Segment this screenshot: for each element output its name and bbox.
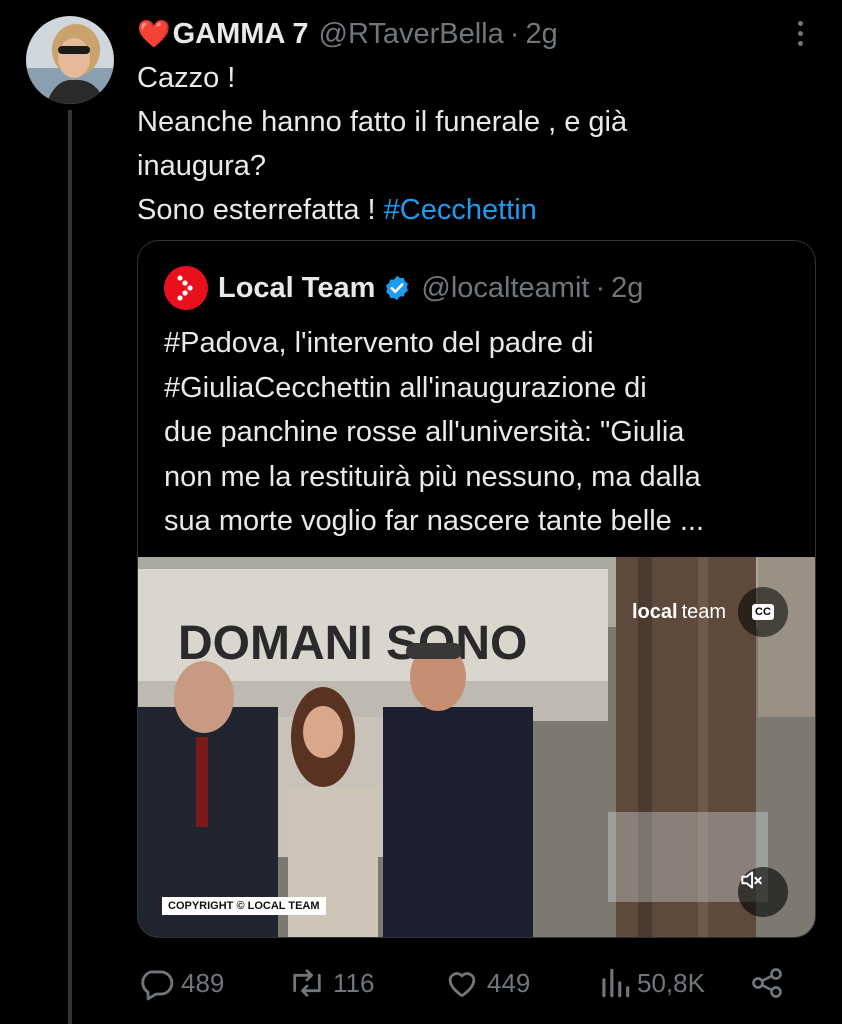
separator: · bbox=[509, 17, 520, 50]
quoted-text-line: non me la restituirà più nessuno, ma dal… bbox=[164, 460, 701, 493]
action-bar: 489 116 449 50,8K bbox=[137, 960, 797, 1006]
views-button[interactable]: 50,8K bbox=[599, 960, 705, 1006]
hashtag-link[interactable]: #Cecchettin bbox=[384, 194, 537, 226]
repost-count: 116 bbox=[333, 967, 375, 998]
local-team-logo-icon bbox=[177, 275, 193, 301]
post-text-last: Sono esterrefatta ! bbox=[137, 194, 376, 226]
post-header: ❤️ GAMMA 7 @RTaverBella · 2g bbox=[137, 16, 558, 52]
repost-icon bbox=[293, 969, 321, 997]
post-text-line: Neanche hanno fatto il funerale , e già bbox=[137, 106, 628, 138]
reply-button[interactable]: 489 bbox=[137, 960, 224, 1006]
quoted-author-name[interactable]: Local Team bbox=[218, 272, 375, 305]
quoted-text: #Padova, l'intervento del padre di #Giul… bbox=[164, 321, 804, 544]
author-avatar[interactable] bbox=[26, 16, 114, 104]
video-watermark: local team bbox=[632, 601, 726, 624]
author-handle[interactable]: @RTaverBella bbox=[319, 18, 504, 51]
quoted-time[interactable]: 2g bbox=[611, 272, 643, 305]
reply-count: 489 bbox=[181, 967, 225, 998]
quoted-text-line: due panchine rosse all'università: "Giul… bbox=[164, 416, 685, 448]
speaker-muted-icon bbox=[741, 871, 762, 889]
banner-text: DOMANI SONO bbox=[178, 617, 527, 670]
watermark-brand: local bbox=[632, 601, 678, 623]
post-text: Cazzo ! Neanche hanno fatto il funerale … bbox=[137, 56, 797, 232]
quoted-handle[interactable]: @localteamit bbox=[421, 272, 589, 305]
reply-icon bbox=[141, 970, 174, 1001]
author-name[interactable]: GAMMA 7 bbox=[173, 18, 309, 51]
thread-line bbox=[68, 110, 72, 1024]
post-text-line: Sono esterrefatta ! #Cecchettin bbox=[137, 188, 797, 232]
separator: · bbox=[595, 271, 606, 304]
quoted-text-line: #GiuliaCecchettin all'inaugurazione di bbox=[164, 371, 647, 404]
more-options-icon[interactable] bbox=[788, 16, 812, 50]
mute-button[interactable] bbox=[738, 867, 788, 917]
post-time[interactable]: 2g bbox=[525, 18, 557, 51]
views-count: 50,8K bbox=[637, 967, 705, 998]
watermark-team: team bbox=[681, 601, 727, 623]
quoted-post[interactable]: Local Team @localteamit · 2g #Padova, l'… bbox=[137, 240, 816, 938]
share-icon bbox=[752, 968, 782, 998]
video-player[interactable]: DOMANI SONO local team CC COPYRIGHT © LO… bbox=[138, 557, 815, 937]
copyright-label: COPYRIGHT © LOCAL TEAM bbox=[162, 897, 326, 915]
verified-badge-icon bbox=[386, 275, 409, 301]
heart-emoji: ❤️ bbox=[137, 19, 171, 49]
quoted-avatar[interactable] bbox=[164, 266, 208, 310]
quoted-header: Local Team @localteamit · 2g bbox=[164, 265, 643, 311]
repost-button[interactable]: 116 bbox=[287, 960, 374, 1006]
quoted-text-line: sua morte voglio far nascere tante belle… bbox=[164, 505, 705, 537]
like-button[interactable]: 449 bbox=[443, 960, 530, 1006]
like-heart-icon bbox=[448, 972, 476, 998]
captions-button[interactable]: CC bbox=[738, 587, 788, 637]
views-chart-icon bbox=[602, 968, 630, 998]
share-button[interactable] bbox=[749, 960, 791, 1006]
post-text-line: inaugura? bbox=[137, 150, 266, 182]
captions-icon: CC bbox=[752, 604, 774, 620]
post-text-line: Cazzo ! bbox=[137, 62, 236, 94]
quoted-text-line: #Padova, l'intervento del padre di bbox=[164, 327, 594, 359]
like-count: 449 bbox=[487, 967, 531, 998]
